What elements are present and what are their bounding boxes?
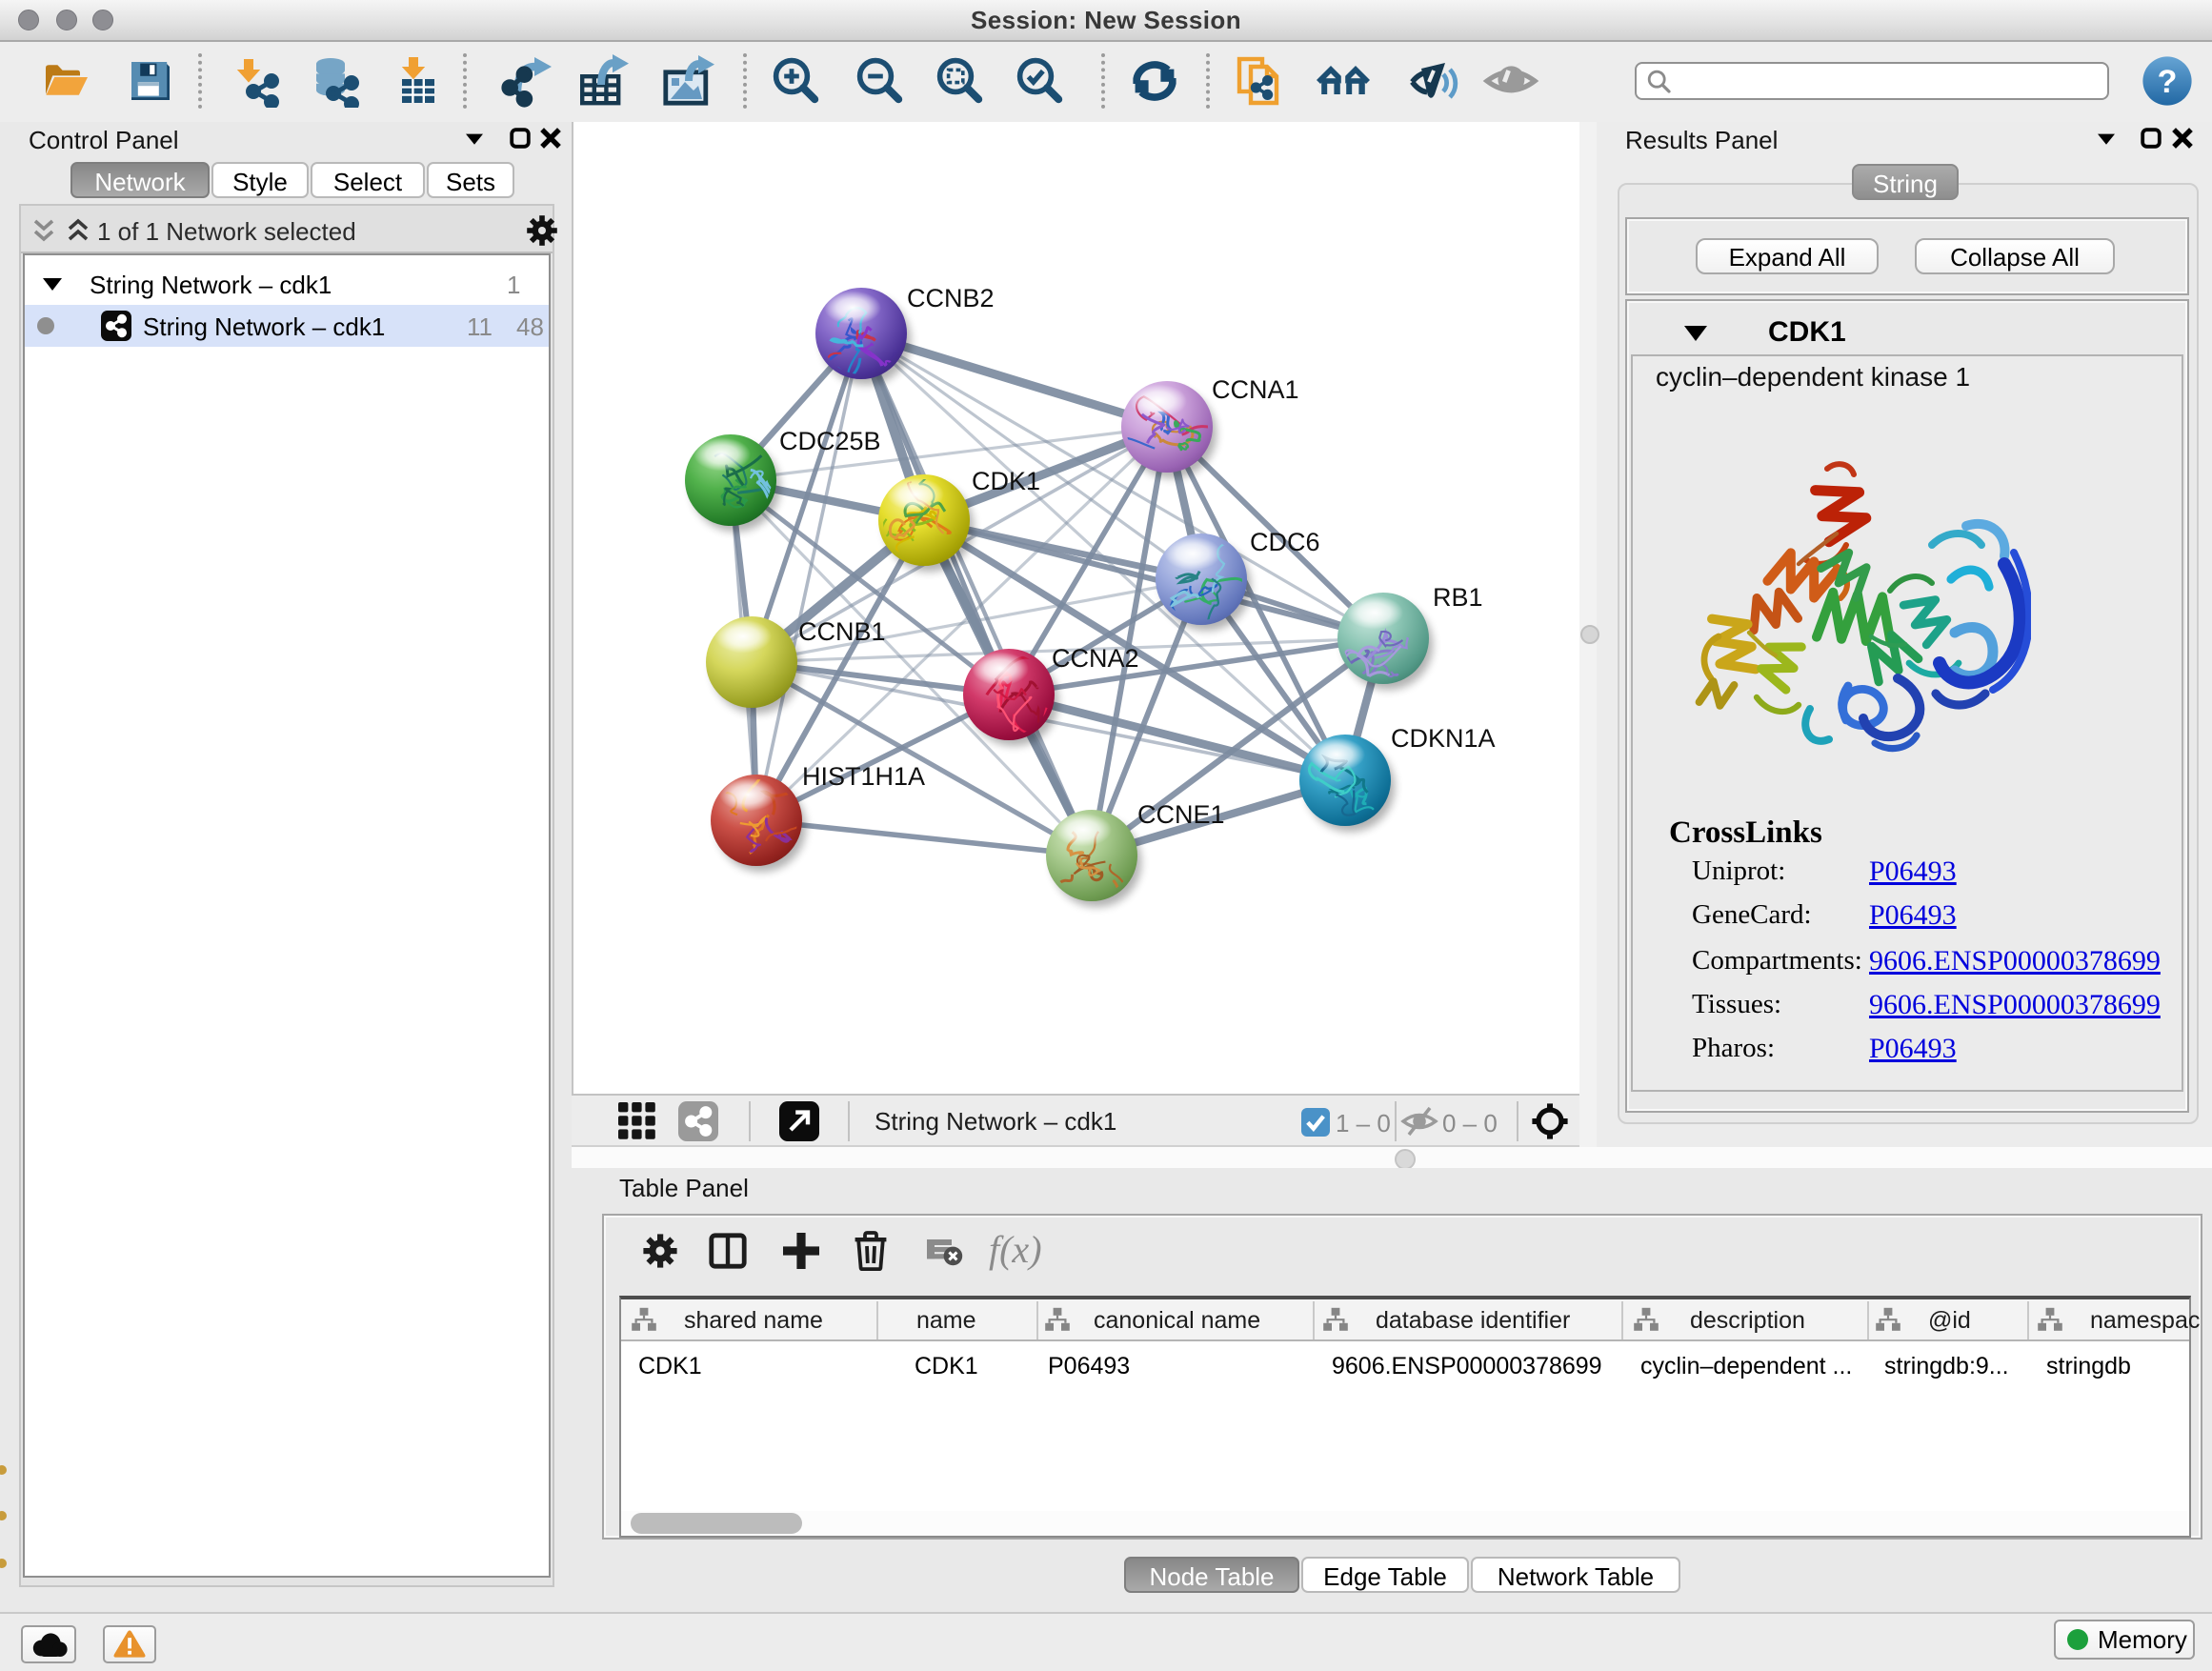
svg-text:CCNA1: CCNA1 [1212,375,1299,404]
svg-text:CDC6: CDC6 [1250,528,1320,556]
svg-text:CCNB2: CCNB2 [907,284,995,312]
svg-text:CCNA2: CCNA2 [1052,644,1139,673]
svg-text:CCNB1: CCNB1 [798,617,886,646]
svg-text:HIST1H1A: HIST1H1A [802,762,925,791]
svg-text:?: ? [2158,64,2178,100]
svg-text:RB1: RB1 [1433,583,1483,612]
svg-text:CDKN1A: CDKN1A [1391,724,1496,753]
svg-text:CDK1: CDK1 [972,467,1040,495]
svg-text:CDC25B: CDC25B [779,427,881,455]
svg-text:CCNE1: CCNE1 [1137,800,1225,829]
